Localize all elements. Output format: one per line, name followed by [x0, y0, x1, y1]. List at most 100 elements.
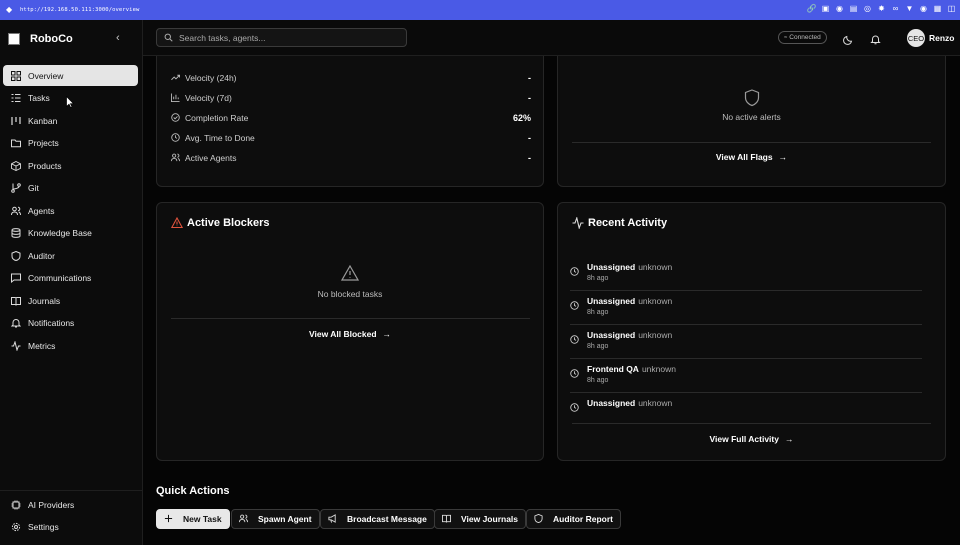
- check-circle-icon: [171, 113, 181, 123]
- broadcast-message-button[interactable]: Broadcast Message: [320, 509, 435, 529]
- sidebar-item-metrics[interactable]: Metrics: [3, 335, 138, 356]
- view-all-blocked-link[interactable]: View All Blocked →: [157, 329, 543, 339]
- shield-icon: [534, 514, 544, 524]
- sidebar-item-auditor[interactable]: Auditor: [3, 245, 138, 266]
- view-all-flags-link[interactable]: View All Flags →: [558, 152, 945, 162]
- metric-value: -: [528, 73, 531, 83]
- search-input[interactable]: [179, 32, 399, 43]
- book-icon: [10, 295, 21, 306]
- bell-icon[interactable]: [870, 32, 881, 45]
- page-favicon-icon: ◆: [6, 5, 13, 14]
- clock-icon: [570, 331, 580, 344]
- arrow-right-icon: →: [382, 329, 392, 339]
- activity-time: 8h ago: [587, 377, 609, 384]
- link-icon[interactable]: 🔗: [807, 4, 817, 13]
- camera-icon[interactable]: ◉: [835, 4, 844, 13]
- sidebar-item-label: Kanban: [28, 115, 58, 126]
- mouse-cursor-icon: [66, 96, 74, 108]
- users-icon: [10, 205, 21, 216]
- trending-up-icon: [171, 73, 181, 83]
- sidebar-item-kanban[interactable]: Kanban: [3, 110, 138, 131]
- bell-icon: [10, 318, 21, 329]
- active-blockers-card: Active Blockers No blocked tasks View Al…: [156, 202, 544, 461]
- spawn-agent-button[interactable]: Spawn Agent: [231, 509, 320, 529]
- sidebar-divider: [0, 490, 142, 491]
- sidebar-item-agents[interactable]: Agents: [3, 200, 138, 221]
- browser-toolbar: ◆ http://192.168.50.111:3000/overview 🔗 …: [0, 0, 960, 20]
- sidebar-item-journals[interactable]: Journals: [3, 290, 138, 311]
- activity-summary: Unassigned unknown: [587, 398, 672, 408]
- moon-icon[interactable]: [843, 32, 854, 45]
- activity-action: unknown: [638, 262, 673, 272]
- sidebar-item-communications[interactable]: Communications: [3, 268, 138, 289]
- extension-icons: 🔗 ▣ ◉ ▤ ◎ ✸ ∞ ▼ ◉ ▦ ◫: [807, 4, 956, 13]
- activity-time: 8h ago: [587, 343, 609, 350]
- sidebar-item-label: Settings: [28, 522, 59, 532]
- media-icon[interactable]: ▣: [821, 4, 830, 13]
- metric-active-agents: Active Agents -: [171, 151, 531, 165]
- sidebar-item-label: Git: [28, 183, 39, 193]
- puzzle-icon[interactable]: ▼: [905, 4, 914, 13]
- shield-icon[interactable]: ◉: [919, 4, 928, 13]
- metric-value: -: [528, 93, 531, 103]
- kanban-icon: [10, 115, 21, 126]
- bug-icon[interactable]: ✸: [877, 4, 886, 13]
- divider: [572, 423, 931, 424]
- sidebar-item-label: Agents: [28, 205, 55, 216]
- view-journals-button[interactable]: View Journals: [434, 509, 527, 529]
- clock-icon: [570, 263, 580, 276]
- activity-summary: Frontend QA unknown: [587, 364, 676, 374]
- avatar[interactable]: CEO: [907, 29, 925, 47]
- metric-label: Completion Rate: [185, 113, 249, 123]
- brand-name: RoboCo: [30, 33, 73, 45]
- user-name[interactable]: Renzo: [929, 33, 955, 43]
- link-label: View Full Activity: [709, 434, 779, 444]
- chevron-left-icon[interactable]: ‹: [116, 32, 120, 44]
- metric-velocity-24h: Velocity (24h) -: [171, 71, 531, 85]
- metric-avg-time: Avg. Time to Done -: [171, 131, 531, 145]
- metric-value: 62%: [512, 113, 531, 123]
- grid-icon: [10, 70, 21, 81]
- git-branch-icon: [10, 183, 21, 194]
- sidebar-item-label: Knowledge Base: [28, 228, 92, 238]
- divider: [572, 142, 931, 143]
- sidebar-nav: Overview Tasks Kanban Projects Products …: [3, 65, 138, 358]
- sidebar-item-git[interactable]: Git: [3, 178, 138, 199]
- globe-icon[interactable]: ◎: [863, 4, 872, 13]
- sidebar-item-ai-providers[interactable]: AI Providers: [3, 494, 138, 515]
- grid-icon[interactable]: ▦: [933, 4, 942, 13]
- view-full-activity-link[interactable]: View Full Activity →: [558, 434, 945, 444]
- sidebar-item-knowledge-base[interactable]: Knowledge Base: [3, 223, 138, 244]
- shield-icon: [744, 89, 760, 112]
- activity-actor: Unassigned: [587, 262, 636, 272]
- metric-value: -: [528, 133, 531, 143]
- activity-action: unknown: [638, 296, 673, 306]
- auditor-report-button[interactable]: Auditor Report: [526, 509, 621, 529]
- megaphone-icon: [328, 514, 338, 524]
- sidebar-icon[interactable]: ◫: [947, 4, 956, 13]
- search-box[interactable]: [156, 28, 407, 47]
- brand[interactable]: RoboCo: [8, 30, 73, 48]
- blockers-title: Active Blockers: [187, 217, 270, 229]
- metrics-card: Velocity (24h) - Velocity (7d) - Complet…: [156, 56, 544, 187]
- connection-status-text: Connected: [789, 34, 821, 41]
- activity-action: unknown: [638, 398, 673, 408]
- flags-empty-text: No active alerts: [722, 112, 781, 122]
- sidebar-item-label: Communications: [28, 273, 92, 283]
- clock-icon: [570, 297, 580, 310]
- window-icon[interactable]: ▤: [849, 4, 858, 13]
- activity-summary: Unassigned unknown: [587, 296, 672, 306]
- activity-actor: Frontend QA: [587, 364, 639, 374]
- sidebar-item-label: Tasks: [28, 93, 50, 103]
- address-bar[interactable]: http://192.168.50.111:3000/overview: [20, 7, 139, 13]
- sidebar-item-projects[interactable]: Projects: [3, 133, 138, 154]
- extension-icon[interactable]: ∞: [891, 4, 900, 13]
- new-task-button[interactable]: New Task: [156, 509, 230, 529]
- sidebar-item-label: AI Providers: [28, 499, 75, 510]
- metric-velocity-7d: Velocity (7d) -: [171, 91, 531, 105]
- sidebar-item-settings[interactable]: Settings: [3, 517, 138, 538]
- sidebar-item-notifications[interactable]: Notifications: [3, 313, 138, 334]
- arrow-right-icon: →: [784, 434, 794, 444]
- sidebar-item-products[interactable]: Products: [3, 155, 138, 176]
- sidebar-item-overview[interactable]: Overview: [3, 65, 138, 86]
